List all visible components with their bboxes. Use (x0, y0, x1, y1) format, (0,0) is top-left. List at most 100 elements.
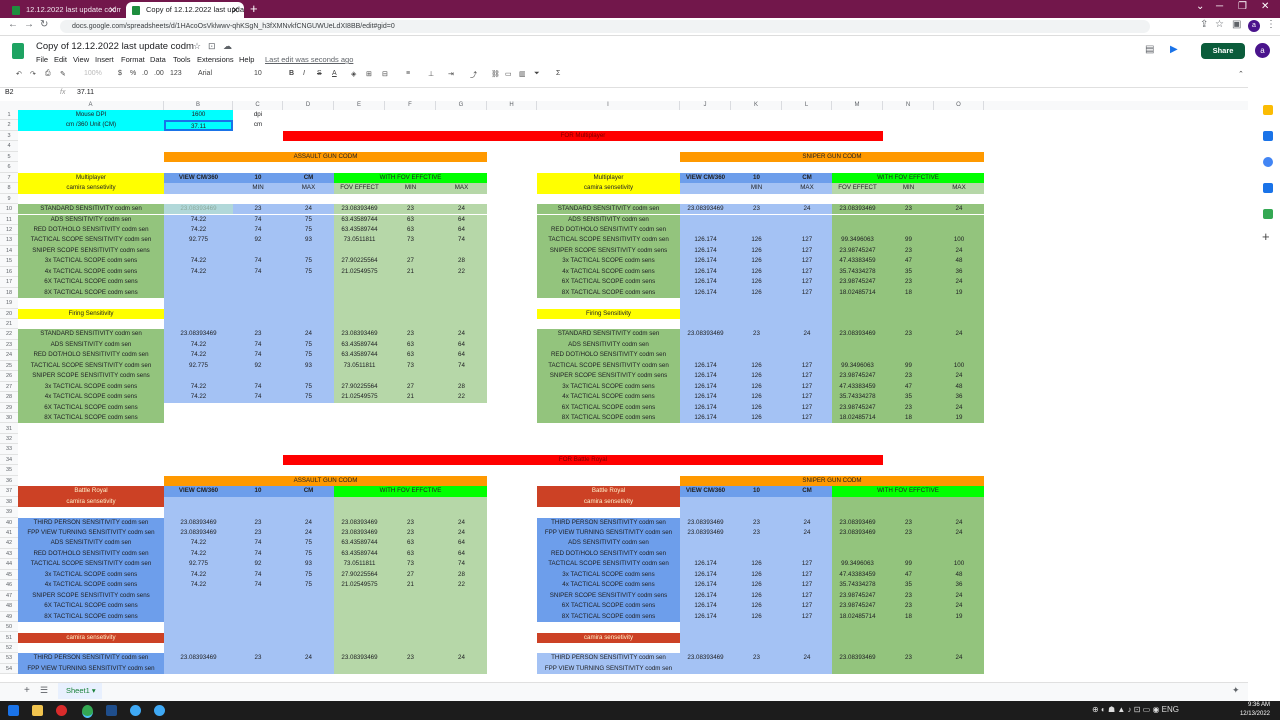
sniper-value-cell[interactable]: 99.3496063 (832, 559, 883, 570)
menu-file[interactable]: File (36, 55, 48, 64)
sniper-value-cell[interactable]: 23.98745247 (832, 601, 883, 612)
sniper-value-cell[interactable]: 127 (782, 413, 832, 424)
assault-value-cell[interactable]: 63 (385, 339, 436, 351)
sniper-value-cell[interactable] (731, 224, 782, 236)
fov-effect-header[interactable]: FOV EFFECT (832, 183, 883, 194)
sensitivity-label[interactable]: FPP VIEW TURNING SENSITIVITY codm sen (537, 663, 680, 674)
file-explorer-icon[interactable] (32, 705, 43, 716)
sensitivity-label[interactable]: SNIPER SCOPE SENSITIVITY codm sens (537, 590, 680, 602)
sniper-value-cell[interactable] (731, 339, 782, 351)
view-cm-header[interactable]: VIEW CM/360 (164, 172, 233, 184)
sniper-value-cell[interactable]: 18 (883, 413, 934, 424)
sniper-value-cell[interactable]: 36 (934, 580, 984, 591)
sniper-value-cell[interactable]: 126.174 (680, 392, 731, 403)
sniper-value-cell[interactable]: 24 (934, 590, 984, 602)
ten-header[interactable]: 10 (233, 486, 283, 497)
sensitivity-label[interactable]: TACTICAL SCOPE SENSITIVITY codm sen (18, 235, 164, 246)
with-fov-header[interactable]: WITH FOV EFFCTIVE (334, 486, 487, 497)
back-icon[interactable]: ← (8, 19, 18, 30)
firing-sensitivity-label[interactable]: Firing Sensitivity (18, 308, 164, 319)
camera-sensitivity-label[interactable]: camira sensetivity (537, 632, 680, 643)
calendar-icon[interactable] (1263, 131, 1273, 141)
min-header[interactable]: MIN (731, 183, 782, 194)
ten-header[interactable]: 10 (731, 172, 782, 184)
assault-value-cell[interactable] (436, 245, 487, 257)
sniper-value-cell[interactable]: 126.174 (680, 235, 731, 246)
sniper-value-cell[interactable]: 127 (782, 277, 832, 288)
sensitivity-label[interactable]: 3x TACTICAL SCOPE codm sens (18, 381, 164, 393)
add-sheet-icon[interactable]: + (24, 685, 30, 696)
comments-icon[interactable]: ▤ (1145, 44, 1154, 55)
assault-value-cell[interactable]: 27 (385, 256, 436, 267)
chrome-icon[interactable] (82, 705, 93, 718)
move-folder-icon[interactable]: ⊡ (208, 41, 216, 52)
sniper-value-cell[interactable]: 18 (883, 287, 934, 299)
assault-value-cell[interactable]: 73 (385, 235, 436, 246)
sensitivity-label[interactable]: 3x TACTICAL SCOPE codm sens (537, 381, 680, 393)
assault-value-cell[interactable]: 24 (436, 653, 487, 664)
assault-value-cell[interactable] (164, 245, 233, 257)
dpi-value-cell[interactable]: 1600 (164, 110, 233, 121)
assault-value-cell[interactable] (385, 611, 436, 623)
assault-value-cell[interactable]: 23 (233, 528, 283, 539)
sniper-value-cell[interactable]: 127 (782, 392, 832, 403)
sensitivity-label[interactable]: 6X TACTICAL SCOPE codm sens (537, 402, 680, 414)
increase-decimal-button[interactable]: .00 (154, 70, 164, 77)
sensitivity-label[interactable]: 8X TACTICAL SCOPE codm sens (18, 611, 164, 623)
assault-value-cell[interactable]: 23 (385, 517, 436, 528)
mode-label[interactable]: Multiplayer (537, 172, 680, 184)
sniper-value-cell[interactable]: 126 (731, 245, 782, 257)
sniper-value-cell[interactable]: 23 (883, 402, 934, 414)
assault-value-cell[interactable]: 24 (436, 528, 487, 539)
sniper-value-cell[interactable]: 24 (934, 277, 984, 288)
assault-value-cell[interactable]: 74 (233, 350, 283, 361)
assault-value-cell[interactable] (164, 601, 233, 612)
assault-value-cell[interactable]: 75 (283, 224, 334, 236)
font-size-select[interactable]: 10 (254, 70, 262, 77)
assault-value-cell[interactable]: 24 (283, 653, 334, 664)
sniper-value-cell[interactable]: 127 (782, 569, 832, 581)
sniper-value-cell[interactable] (832, 350, 883, 361)
assault-value-cell[interactable]: 74.22 (164, 266, 233, 278)
view-cm-header[interactable]: VIEW CM/360 (164, 486, 233, 497)
assault-value-cell[interactable]: 64 (436, 339, 487, 351)
min-header[interactable]: MIN (233, 183, 283, 194)
decrease-decimal-button[interactable]: .0 (142, 70, 148, 77)
assault-value-cell[interactable]: 74 (233, 538, 283, 549)
account-avatar[interactable]: a (1255, 43, 1270, 58)
assault-value-cell[interactable]: 92 (233, 235, 283, 246)
assault-value-cell[interactable]: 74 (233, 580, 283, 591)
sniper-value-cell[interactable]: 23.08393469 (680, 204, 731, 215)
assault-value-cell[interactable]: 24 (436, 204, 487, 215)
sensitivity-label[interactable]: 4x TACTICAL SCOPE codm sens (18, 266, 164, 278)
assault-value-cell[interactable]: 23 (233, 653, 283, 664)
assault-value-cell[interactable] (233, 287, 283, 299)
sniper-value-cell[interactable]: 126 (731, 256, 782, 267)
sniper-value-cell[interactable]: 23 (883, 204, 934, 215)
all-sheets-icon[interactable]: ☰ (40, 685, 48, 696)
assault-value-cell[interactable]: 23 (385, 329, 436, 340)
sniper-value-cell[interactable]: 24 (782, 528, 832, 539)
camera-sensitivity-label[interactable]: camira sensetivity (537, 496, 680, 508)
sensitivity-label[interactable]: RED DOT/HOLO SENSITIVITY codm sen (18, 224, 164, 236)
sniper-value-cell[interactable]: 23 (883, 245, 934, 257)
assault-value-cell[interactable]: 64 (436, 548, 487, 560)
menu-edit[interactable]: Edit (54, 55, 67, 64)
assault-value-cell[interactable] (164, 590, 233, 602)
assault-value-cell[interactable]: 28 (436, 569, 487, 581)
sniper-value-cell[interactable]: 126.174 (680, 277, 731, 288)
tab-search-icon[interactable]: ⌄ (1196, 1, 1204, 12)
assault-value-cell[interactable] (233, 590, 283, 602)
sniper-value-cell[interactable]: 99 (883, 235, 934, 246)
sniper-value-cell[interactable]: 127 (782, 256, 832, 267)
assault-value-cell[interactable]: 73 (385, 559, 436, 570)
sensitivity-label[interactable]: FPP VIEW TURNING SENSITIVITY codm sen (18, 528, 164, 539)
sniper-value-cell[interactable] (680, 224, 731, 236)
sniper-value-cell[interactable]: 48 (934, 256, 984, 267)
sniper-value-cell[interactable]: 23 (883, 517, 934, 528)
assault-value-cell[interactable]: 63 (385, 214, 436, 225)
sensitivity-label[interactable]: TACTICAL SCOPE SENSITIVITY codm sen (537, 235, 680, 246)
more-formats-button[interactable]: 123 (170, 70, 182, 77)
sensitivity-label[interactable]: TACTICAL SCOPE SENSITIVITY codm sen (18, 360, 164, 372)
assault-value-cell[interactable] (164, 287, 233, 299)
